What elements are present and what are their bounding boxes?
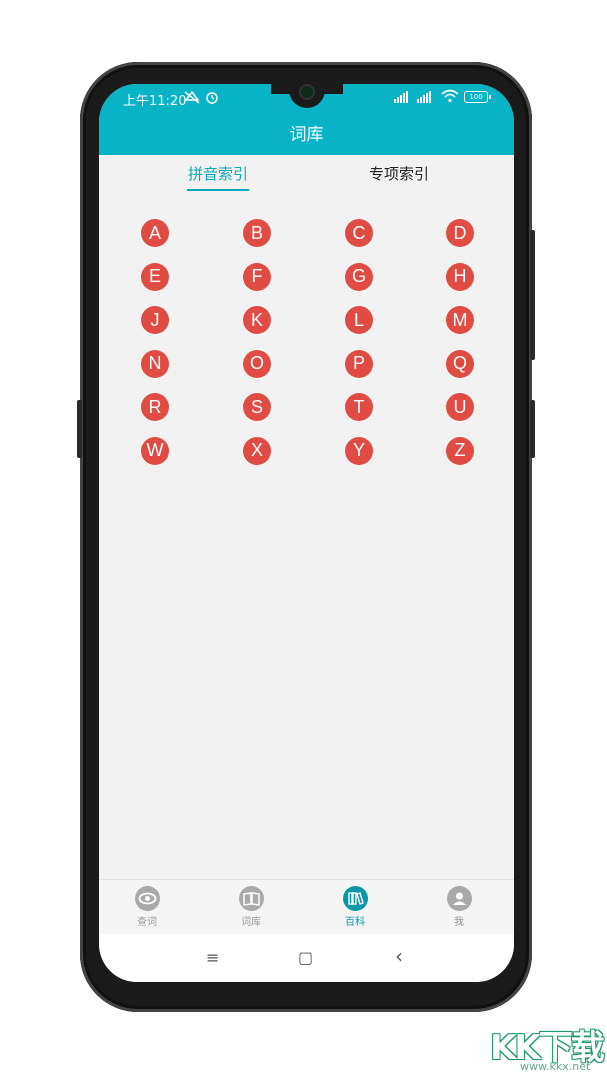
letter-button-w[interactable]: W bbox=[141, 436, 169, 465]
eye-icon bbox=[134, 886, 160, 911]
side-button-left bbox=[77, 400, 82, 458]
nav-item-me[interactable]: 我 bbox=[429, 886, 489, 928]
tab-pinyin-index[interactable]: 拼音索引 bbox=[188, 163, 248, 184]
nav-item-encyclopedia[interactable]: 百科 bbox=[325, 886, 385, 928]
letter-button-b[interactable]: B bbox=[243, 219, 271, 247]
nav-item-search-word[interactable]: 查词 bbox=[117, 886, 177, 928]
watermark-logo: KK下载 www.kkx.net bbox=[490, 1020, 605, 1075]
power-button bbox=[530, 400, 535, 458]
active-tab-indicator bbox=[187, 189, 249, 191]
watermark-url: www.kkx.net bbox=[520, 1060, 591, 1073]
letter-button-d[interactable]: D bbox=[446, 219, 474, 247]
bookshelf-icon bbox=[342, 886, 368, 911]
letter-button-a[interactable]: A bbox=[141, 219, 169, 247]
letter-button-t[interactable]: T bbox=[345, 393, 373, 421]
signal-icon-2 bbox=[417, 91, 431, 103]
mute-icon bbox=[183, 90, 201, 107]
letter-button-o[interactable]: O bbox=[243, 349, 271, 378]
app-header: 上午11:20 100 词库 bbox=[99, 84, 514, 155]
status-time: 上午11:20 bbox=[123, 94, 187, 109]
book-icon bbox=[238, 886, 264, 911]
wifi-icon bbox=[441, 89, 459, 106]
letter-button-f[interactable]: F bbox=[243, 262, 271, 291]
index-tabs: 拼音索引 专项索引 bbox=[99, 155, 514, 193]
signal-icon-1 bbox=[394, 91, 408, 103]
nav-item-word-library[interactable]: 词库 bbox=[221, 886, 281, 928]
letter-button-y[interactable]: Y bbox=[345, 436, 373, 465]
home-button[interactable]: ▢ bbox=[298, 948, 313, 967]
letter-button-c[interactable]: C bbox=[345, 219, 373, 247]
letter-button-g[interactable]: G bbox=[345, 262, 373, 291]
battery-icon: 100 bbox=[464, 91, 491, 103]
letter-button-x[interactable]: X bbox=[243, 436, 271, 465]
letter-button-u[interactable]: U bbox=[446, 393, 474, 421]
letter-button-m[interactable]: M bbox=[446, 306, 474, 334]
letter-button-z[interactable]: Z bbox=[446, 436, 474, 465]
bottom-nav: 查词 词库 百科 我 bbox=[99, 879, 514, 935]
nav-label: 百科 bbox=[345, 917, 365, 928]
letter-button-j[interactable]: J bbox=[141, 306, 169, 334]
nav-label: 词库 bbox=[241, 917, 261, 928]
letter-button-q[interactable]: Q bbox=[446, 349, 474, 378]
letter-button-l[interactable]: L bbox=[345, 306, 373, 334]
letter-button-p[interactable]: P bbox=[345, 349, 373, 378]
back-button[interactable]: ‹ bbox=[395, 944, 403, 968]
letter-button-s[interactable]: S bbox=[243, 393, 271, 421]
volume-button bbox=[530, 230, 535, 360]
letter-button-h[interactable]: H bbox=[446, 262, 474, 291]
menu-button[interactable]: ≡ bbox=[206, 948, 219, 967]
letter-button-n[interactable]: N bbox=[141, 349, 169, 378]
system-nav-bar: ≡ ▢ ‹ bbox=[99, 934, 514, 982]
phone-screen: 上午11:20 100 词库 拼音索引 专项索引 A B C D E F G H J K L M N O P… bbox=[99, 84, 514, 982]
letter-button-r[interactable]: R bbox=[141, 393, 169, 421]
nav-label: 查词 bbox=[137, 917, 157, 928]
tab-special-index[interactable]: 专项索引 bbox=[369, 163, 429, 184]
letter-button-e[interactable]: E bbox=[141, 262, 169, 291]
alarm-icon bbox=[205, 90, 219, 107]
page-title: 词库 bbox=[289, 125, 324, 145]
nav-label: 我 bbox=[454, 917, 464, 928]
letter-button-k[interactable]: K bbox=[243, 306, 271, 334]
camera-icon bbox=[301, 86, 313, 98]
person-icon bbox=[446, 886, 472, 911]
